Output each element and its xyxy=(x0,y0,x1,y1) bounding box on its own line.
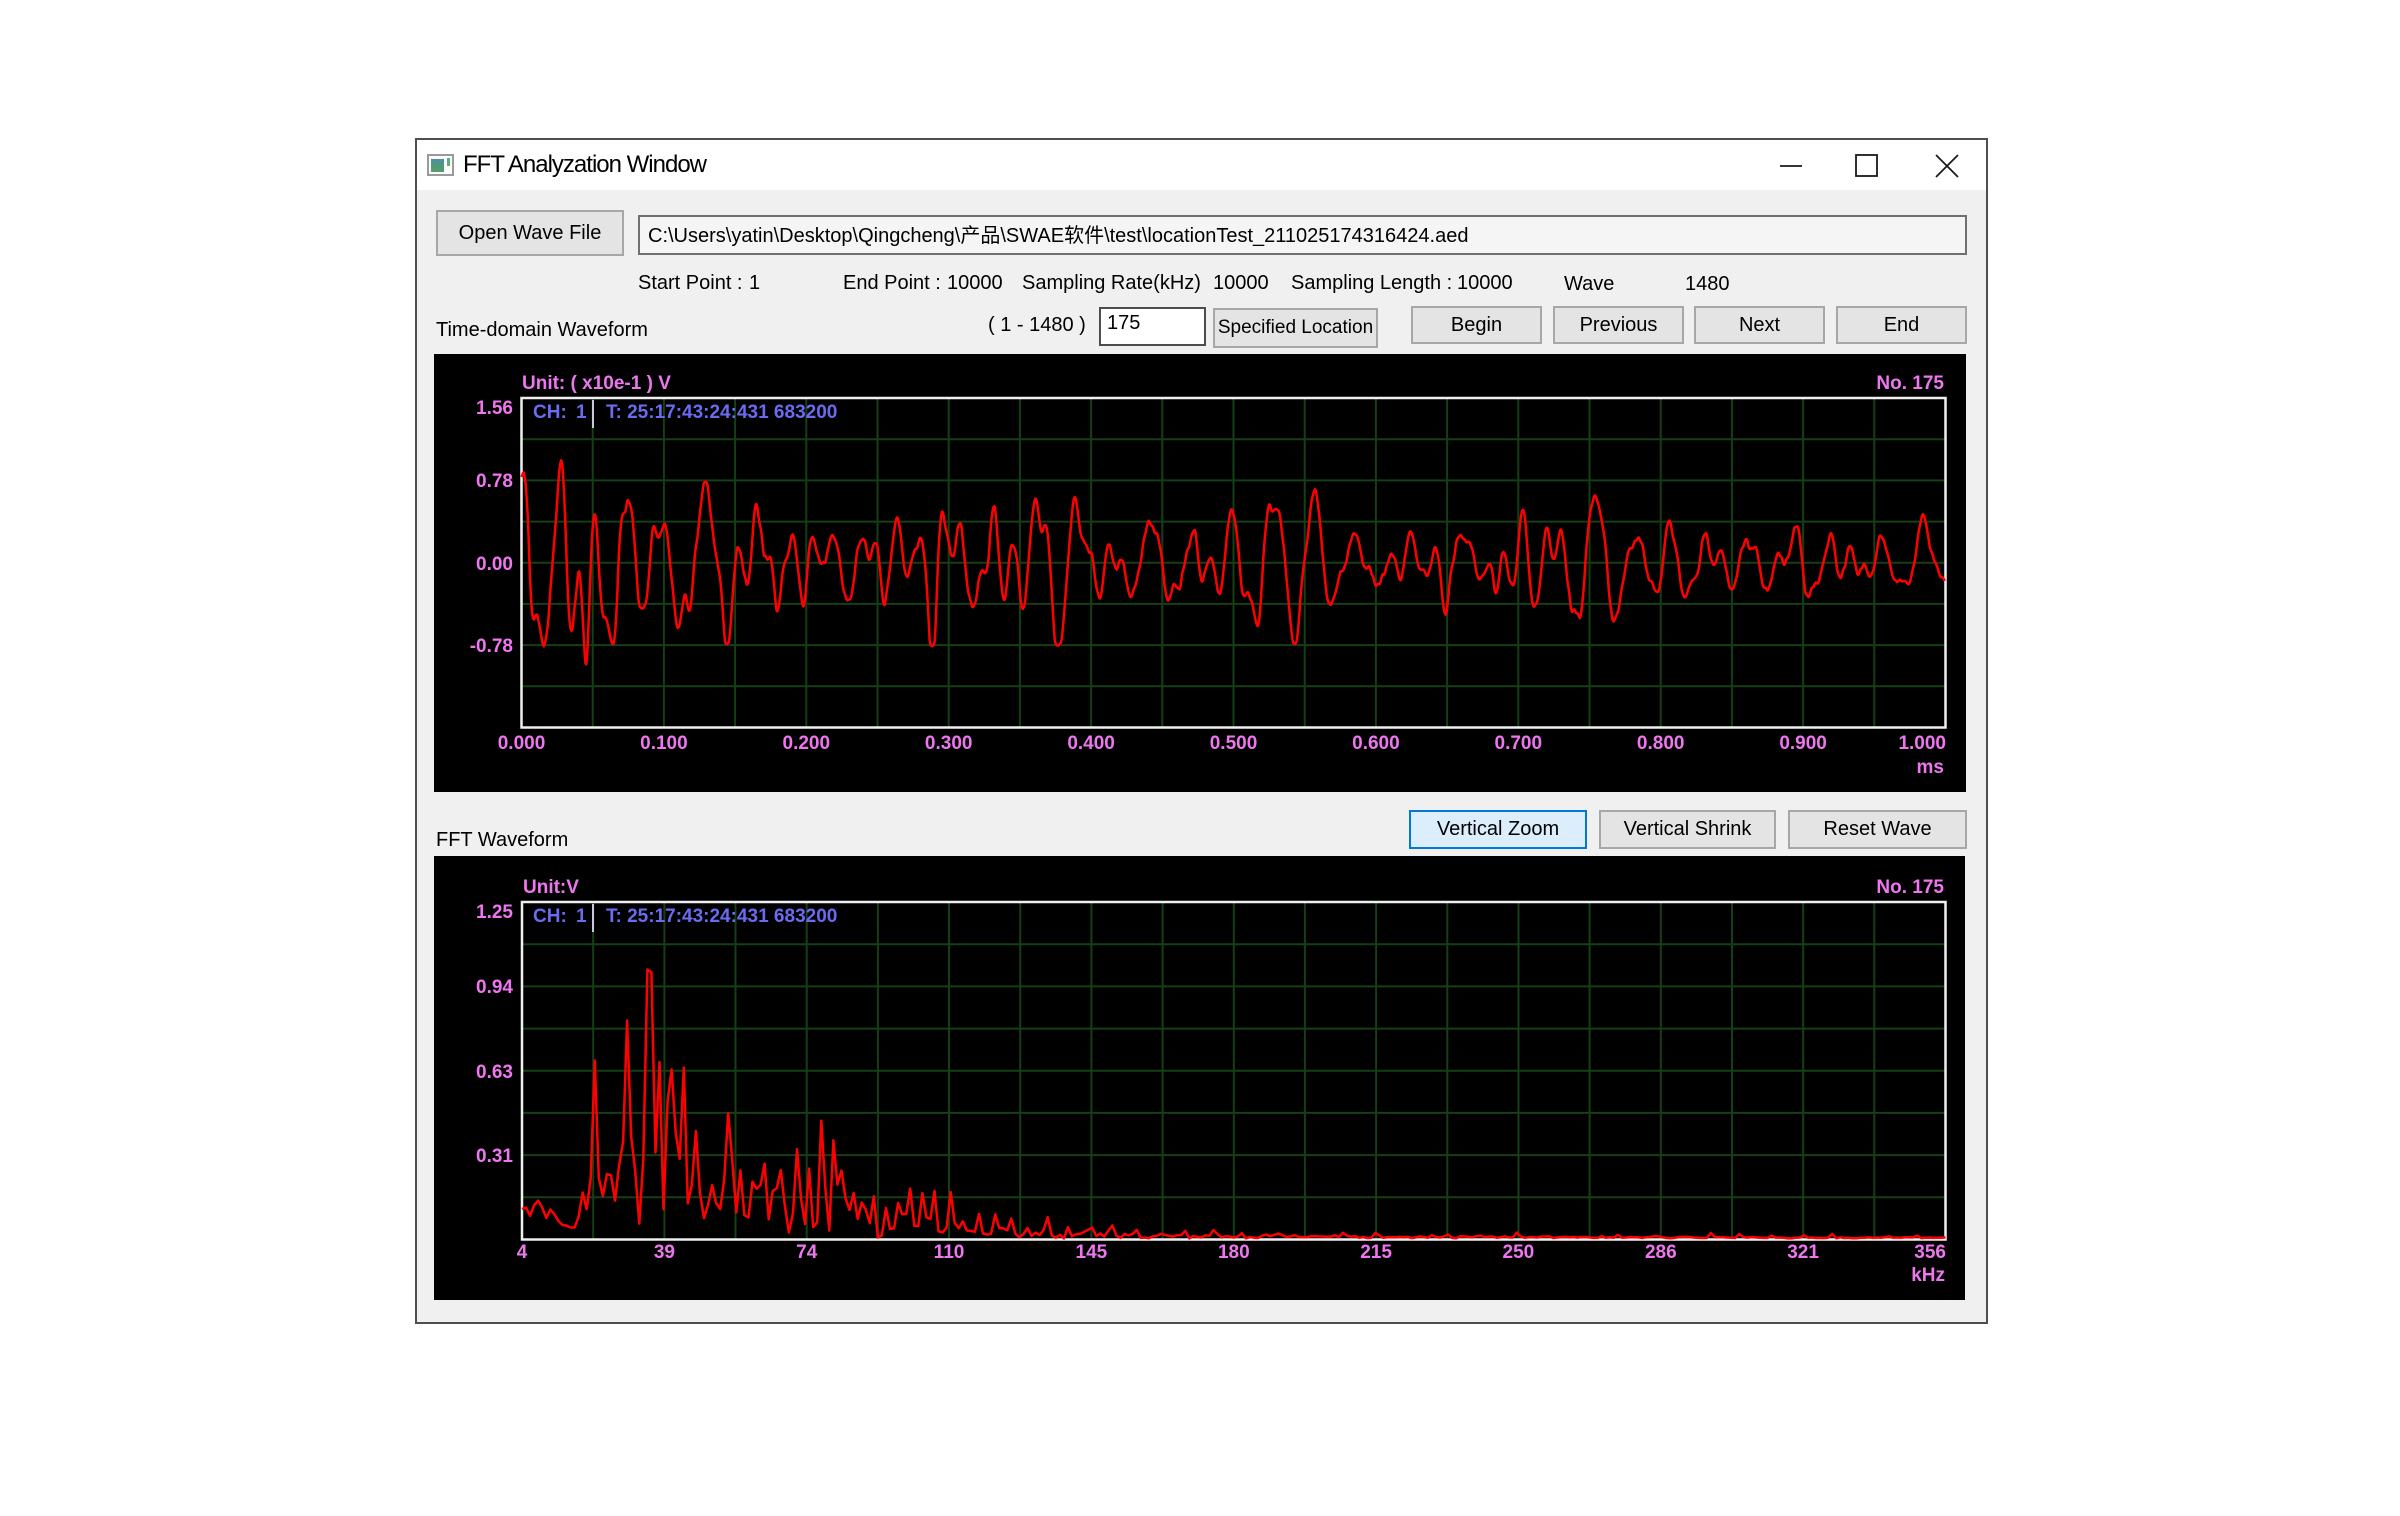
svg-text:356: 356 xyxy=(1914,1242,1946,1263)
svg-text:0.400: 0.400 xyxy=(1067,733,1115,754)
svg-text:215: 215 xyxy=(1360,1242,1392,1263)
svg-text:No. 175: No. 175 xyxy=(1876,373,1944,394)
svg-text:1: 1 xyxy=(576,906,587,927)
svg-text:0.800: 0.800 xyxy=(1637,733,1685,754)
svg-text:180: 180 xyxy=(1218,1242,1250,1263)
svg-text:0.31: 0.31 xyxy=(476,1146,513,1167)
svg-text:T: 25:17:43:24:431 683200: T: 25:17:43:24:431 683200 xyxy=(606,906,837,927)
svg-text:0.900: 0.900 xyxy=(1779,733,1827,754)
svg-text:250: 250 xyxy=(1503,1242,1535,1263)
svg-text:0.94: 0.94 xyxy=(476,977,513,998)
svg-text:0.500: 0.500 xyxy=(1210,733,1258,754)
svg-text:-0.78: -0.78 xyxy=(470,636,513,657)
svg-text:ms: ms xyxy=(1917,757,1944,778)
svg-text:CH:: CH: xyxy=(533,402,567,423)
svg-text:0.00: 0.00 xyxy=(476,554,513,575)
svg-text:CH:: CH: xyxy=(533,906,567,927)
svg-text:0.78: 0.78 xyxy=(476,471,513,492)
svg-text:110: 110 xyxy=(934,1242,965,1263)
svg-text:1.56: 1.56 xyxy=(476,398,513,419)
svg-text:T: 25:17:43:24:431 683200: T: 25:17:43:24:431 683200 xyxy=(606,402,837,423)
svg-text:0.100: 0.100 xyxy=(640,733,688,754)
svg-text:0.300: 0.300 xyxy=(925,733,973,754)
svg-text:kHz: kHz xyxy=(1911,1265,1945,1286)
svg-text:39: 39 xyxy=(654,1242,675,1263)
svg-text:4: 4 xyxy=(517,1242,528,1263)
svg-text:Unit:V: Unit:V xyxy=(523,877,579,898)
svg-text:1: 1 xyxy=(576,402,587,423)
svg-text:No. 175: No. 175 xyxy=(1876,877,1944,898)
svg-text:74: 74 xyxy=(796,1242,818,1263)
svg-text:Unit: ( x10e-1 ) V: Unit: ( x10e-1 ) V xyxy=(522,373,671,394)
svg-text:1.000: 1.000 xyxy=(1898,733,1946,754)
svg-text:0.600: 0.600 xyxy=(1352,733,1400,754)
svg-text:0.200: 0.200 xyxy=(783,733,831,754)
svg-text:0.000: 0.000 xyxy=(498,733,546,754)
svg-text:0.63: 0.63 xyxy=(476,1062,513,1083)
svg-text:321: 321 xyxy=(1787,1242,1819,1263)
svg-text:145: 145 xyxy=(1076,1242,1108,1263)
svg-text:1.25: 1.25 xyxy=(476,902,513,923)
svg-text:0.700: 0.700 xyxy=(1495,733,1543,754)
svg-text:286: 286 xyxy=(1645,1242,1677,1263)
